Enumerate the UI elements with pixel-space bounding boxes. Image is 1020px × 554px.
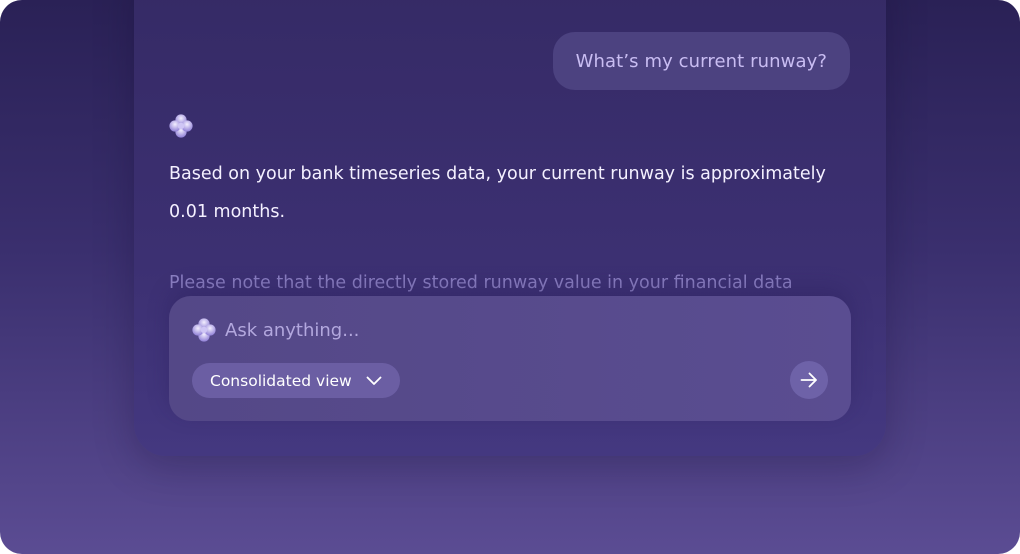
app-window: What’s my current runway? Based on your … (0, 0, 1020, 554)
composer: Consolidated view (169, 296, 851, 421)
ask-input[interactable] (225, 314, 785, 346)
arrow-right-icon (800, 372, 817, 388)
view-selector-dropdown[interactable]: Consolidated view (192, 363, 400, 398)
user-message-text: What’s my current runway? (575, 50, 827, 72)
view-selector-label: Consolidated view (210, 371, 352, 390)
assistant-note: Please note that the directly stored run… (169, 273, 793, 293)
chevron-down-icon (366, 376, 382, 385)
sparkle-flower-icon (192, 318, 216, 342)
user-message-bubble: What’s my current runway? (552, 32, 850, 90)
send-button[interactable] (790, 361, 828, 399)
sparkle-flower-icon (169, 114, 193, 138)
assistant-answer: Based on your bank timeseries data, your… (169, 164, 826, 222)
